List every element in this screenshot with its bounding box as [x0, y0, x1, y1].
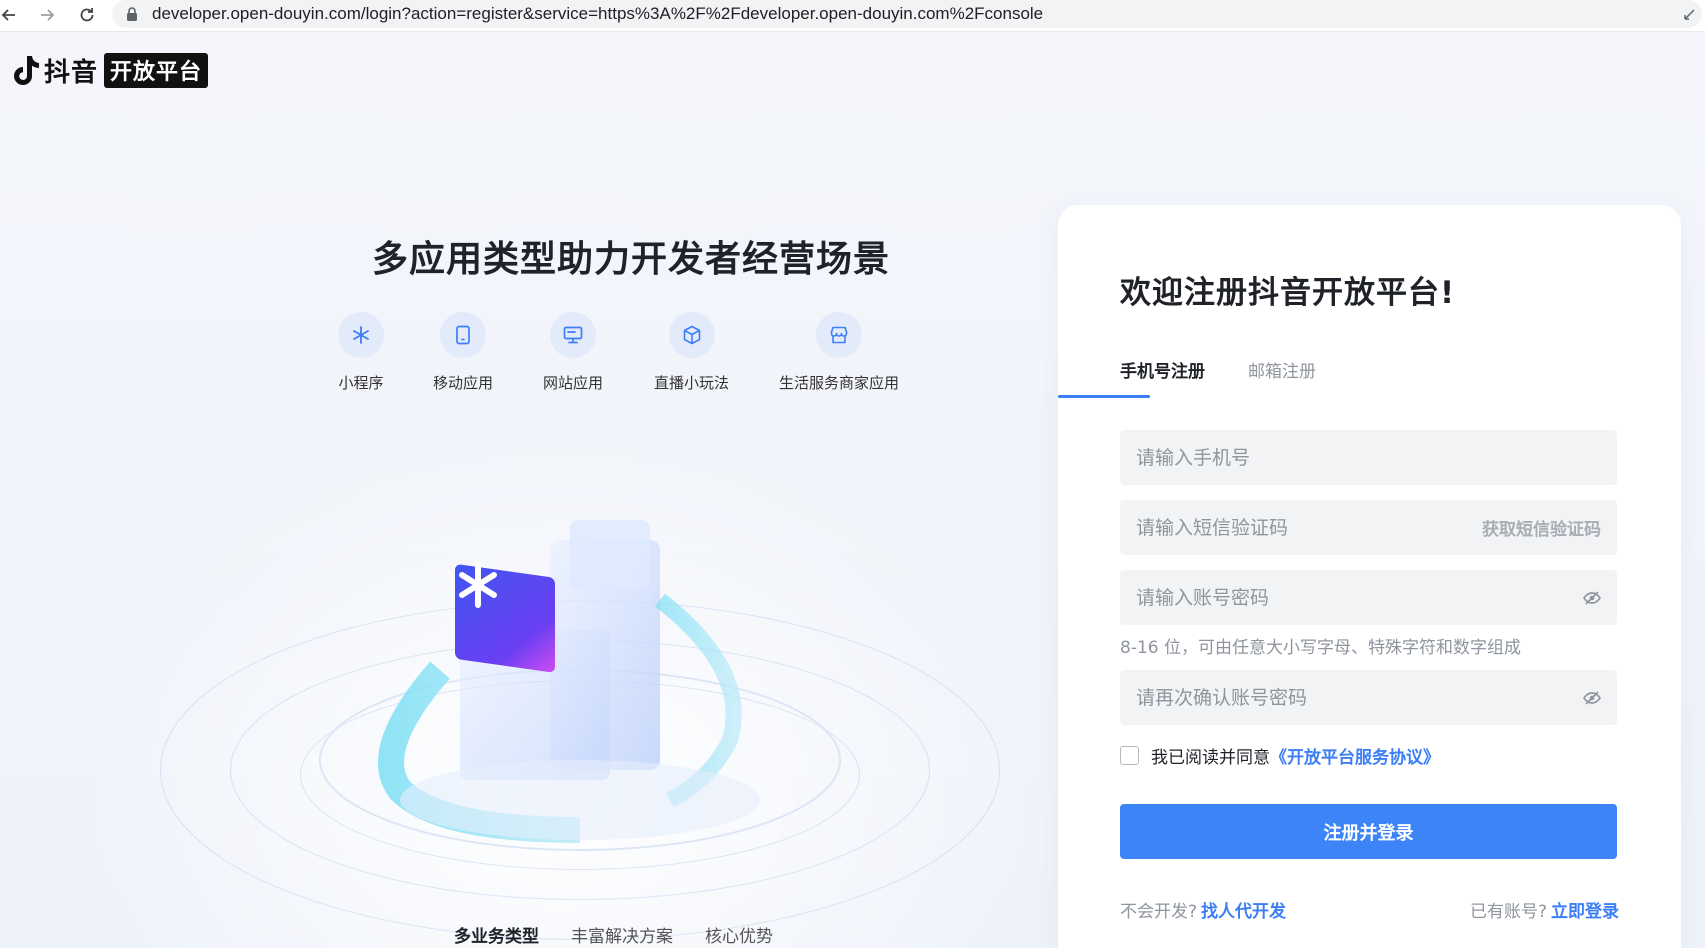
lock-icon — [126, 7, 140, 21]
agreement-checkbox[interactable] — [1120, 746, 1139, 765]
app-type-label: 网站应用 — [543, 374, 604, 392]
sms-code-field: 获取短信验证码 — [1120, 500, 1617, 555]
app-type-label: 生活服务商家应用 — [779, 374, 900, 392]
register-title: 欢迎注册抖音开放平台! — [1120, 275, 1456, 311]
app-type-label: 小程序 — [338, 374, 384, 392]
hero-tab-solutions[interactable]: 丰富解决方案 — [571, 922, 673, 947]
hero-title: 多应用类型助力开发者经营场景 — [372, 239, 891, 280]
eye-closed-icon[interactable] — [1581, 687, 1603, 709]
app-type-local-service[interactable]: 生活服务商家应用 — [779, 312, 899, 393]
reload-icon[interactable] — [74, 2, 100, 28]
phone-input[interactable] — [1120, 430, 1617, 485]
register-and-login-button[interactable]: 注册并登录 — [1120, 804, 1617, 859]
share-icon[interactable] — [1682, 6, 1698, 22]
app-type-live-game[interactable]: 直播小玩法 — [654, 312, 729, 393]
active-tab-indicator — [1058, 395, 1150, 398]
app-type-mobile-app[interactable]: 移动应用 — [433, 312, 493, 393]
sms-code-input[interactable] — [1120, 500, 1482, 555]
has-account-text: 已有账号? — [1469, 902, 1547, 922]
logo-word: 抖音 — [44, 58, 99, 88]
douyin-logo-icon — [14, 55, 39, 85]
eye-closed-icon[interactable] — [1581, 587, 1603, 609]
no-dev-text: 不会开发? — [1120, 902, 1198, 922]
agreement-text: 我已阅读并同意 — [1151, 748, 1270, 768]
register-card: 欢迎注册抖音开放平台! 手机号注册 邮箱注册 获取短信验证码 8-16 位，可由… — [1058, 205, 1681, 948]
confirm-password-field — [1120, 670, 1617, 725]
hero-3d-illustration — [319, 520, 841, 851]
register-tabs: 手机号注册 邮箱注册 — [1120, 357, 1620, 403]
phone-field — [1120, 430, 1617, 485]
browser-toolbar: developer.open-douyin.com/login?action=r… — [0, 0, 1705, 32]
forward-arrow-icon[interactable] — [34, 2, 60, 28]
hero-tabs: 多业务类型 丰富解决方案 核心优势 — [454, 922, 805, 947]
app-type-website-app[interactable]: 网站应用 — [543, 312, 603, 393]
password-field — [1120, 570, 1617, 625]
tab-phone-register[interactable]: 手机号注册 — [1120, 357, 1205, 382]
logo-badge: 开放平台 — [104, 53, 209, 88]
find-developer-link[interactable]: 找人代开发 — [1201, 897, 1286, 922]
login-now-link[interactable]: 立即登录 — [1551, 897, 1619, 922]
douyin-open-platform-logo[interactable]: 抖音 开放平台 — [10, 52, 209, 89]
hero-tab-advantages[interactable]: 核心优势 — [705, 922, 773, 947]
app-type-mini-program[interactable]: 小程序 — [338, 312, 384, 393]
app-type-label: 移动应用 — [433, 374, 494, 392]
address-bar[interactable]: developer.open-douyin.com/login?action=r… — [112, 0, 1702, 28]
store-icon — [816, 312, 862, 358]
confirm-password-input[interactable] — [1120, 670, 1581, 725]
monitor-icon — [550, 312, 596, 358]
tab-email-register[interactable]: 邮箱注册 — [1248, 357, 1316, 382]
password-hint: 8-16 位，可由任意大小写字母、特殊字符和数字组成 — [1120, 638, 1521, 658]
back-arrow-icon[interactable] — [0, 2, 22, 28]
find-developer-row: 不会开发? 找人代开发 — [1120, 897, 1286, 922]
cube-icon — [668, 312, 715, 358]
service-agreement-link[interactable]: 《开放平台服务协议》 — [1270, 743, 1440, 768]
asterisk-icon — [338, 312, 384, 358]
get-sms-code-button[interactable]: 获取短信验证码 — [1482, 515, 1601, 540]
app-type-label: 直播小玩法 — [654, 374, 730, 392]
agreement-row: 我已阅读并同意 《开放平台服务协议》 — [1120, 743, 1440, 768]
hero-tab-business-types[interactable]: 多业务类型 — [454, 922, 539, 947]
login-row: 已有账号? 立即登录 — [1470, 897, 1619, 922]
app-type-list: 小程序 移动应用 网站应用 直播小玩法 生活服务商家应用 — [320, 312, 920, 392]
password-input[interactable] — [1120, 570, 1581, 625]
phone-icon — [440, 312, 486, 358]
url-text: developer.open-douyin.com/login?action=r… — [152, 4, 1044, 23]
